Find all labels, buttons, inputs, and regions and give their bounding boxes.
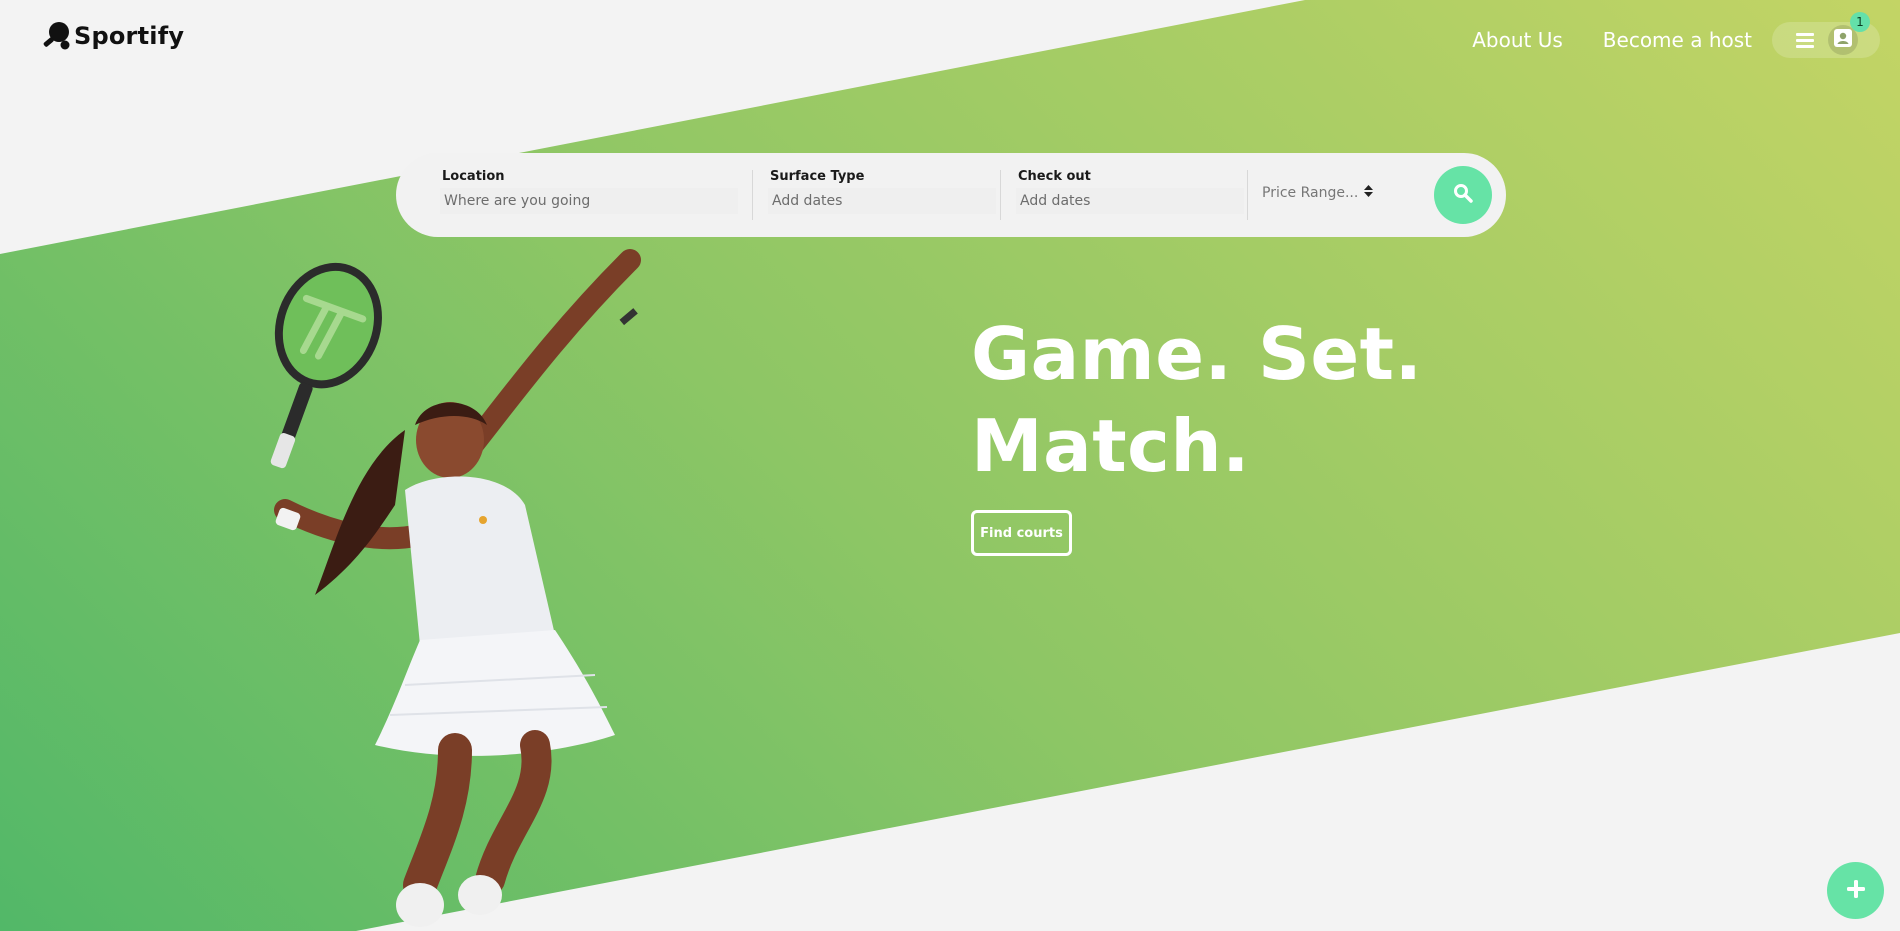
field-divider (1000, 170, 1001, 220)
tennis-player-illustration (270, 249, 641, 927)
nav-become-host[interactable]: Become a host (1603, 28, 1752, 52)
price-range-select[interactable]: Price Range... (1262, 185, 1374, 201)
nav-about-us[interactable]: About Us (1472, 28, 1563, 52)
top-nav: About Us Become a host 1 (1472, 12, 1880, 58)
landing-page: Sportify About Us Become a host 1 Locati… (0, 0, 1900, 931)
surface-type-input[interactable] (768, 188, 996, 214)
find-courts-button[interactable]: Find courts (971, 510, 1072, 556)
hamburger-menu-icon (1796, 32, 1828, 48)
user-contact-icon (1833, 28, 1853, 52)
brand-logo[interactable]: Sportify (40, 20, 184, 52)
check-out-input[interactable] (1016, 188, 1244, 214)
tennis-racket (270, 262, 382, 469)
avatar: 1 (1828, 12, 1870, 55)
location-input[interactable] (440, 188, 738, 214)
search-bar: Location Surface Type Check out Price Ra… (396, 153, 1506, 237)
surface-type-field: Surface Type (768, 169, 998, 221)
surface-type-label: Surface Type (770, 169, 865, 184)
add-fab-button[interactable] (1827, 862, 1884, 919)
field-divider (1247, 170, 1248, 220)
plus-icon (1846, 879, 1865, 902)
check-out-label: Check out (1018, 169, 1091, 184)
search-button[interactable] (1434, 166, 1492, 224)
hero-headline-line-1: Game. Set. (971, 312, 1423, 396)
user-menu-button[interactable]: 1 (1772, 12, 1880, 58)
price-range-value: Price Range... (1262, 185, 1359, 201)
brand-name: Sportify (74, 22, 185, 50)
check-out-field: Check out (1016, 169, 1246, 221)
hero-headline-line-2: Match. (971, 404, 1250, 488)
search-icon (1453, 183, 1473, 207)
location-field: Location (440, 169, 740, 221)
notification-badge: 1 (1850, 12, 1870, 32)
ping-pong-paddle-icon (40, 20, 72, 52)
hero-headline: Game. Set. Match. (971, 308, 1422, 492)
sort-arrows-icon (1364, 185, 1374, 201)
field-divider (752, 170, 753, 220)
location-label: Location (442, 169, 505, 184)
